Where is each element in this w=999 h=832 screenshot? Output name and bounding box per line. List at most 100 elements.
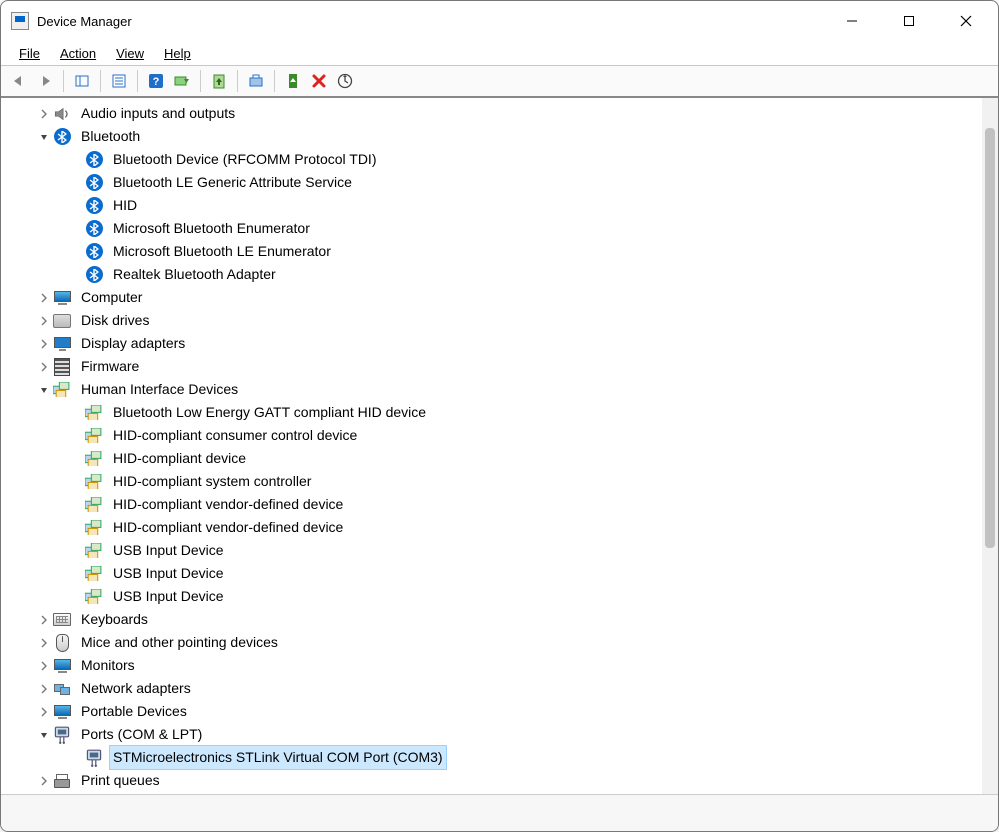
tree-node[interactable]: HID <box>9 194 982 217</box>
tree-node[interactable]: USB Input Device <box>9 539 982 562</box>
tree-node[interactable]: Firmware <box>9 355 982 378</box>
scrollbar-thumb[interactable] <box>985 128 995 548</box>
tree-node-label: Disk drives <box>77 308 153 333</box>
enable-device-button[interactable] <box>281 69 305 93</box>
tree-node[interactable]: Bluetooth <box>9 125 982 148</box>
device-manager-window: Device Manager File Action View Help ? A… <box>0 0 999 832</box>
tree-node[interactable]: Network adapters <box>9 677 982 700</box>
close-button[interactable] <box>937 1 994 41</box>
device-tree[interactable]: Audio inputs and outputsBluetoothBluetoo… <box>1 98 982 794</box>
hid-icon <box>85 450 103 468</box>
tree-node[interactable]: Portable Devices <box>9 700 982 723</box>
delete-button[interactable] <box>307 69 331 93</box>
scan-button[interactable] <box>170 69 194 93</box>
status-bar <box>1 794 998 831</box>
bluetooth-icon <box>85 266 103 284</box>
tree-node[interactable]: HID-compliant vendor-defined device <box>9 516 982 539</box>
tree-node[interactable]: Bluetooth Device (RFCOMM Protocol TDI) <box>9 148 982 171</box>
scrollbar[interactable] <box>982 98 998 794</box>
tree-node[interactable]: Bluetooth LE Generic Attribute Service <box>9 171 982 194</box>
tree-node-label: HID <box>109 193 141 218</box>
expand-icon[interactable] <box>37 774 51 788</box>
menu-view[interactable]: View <box>108 44 152 63</box>
show-hidden-button[interactable] <box>70 69 94 93</box>
tree-node-label: Firmware <box>77 354 143 379</box>
toolbar: ? <box>1 65 998 98</box>
expand-icon[interactable] <box>37 636 51 650</box>
bluetooth-icon <box>85 220 103 238</box>
menubar: File Action View Help <box>1 41 998 65</box>
collapse-icon[interactable] <box>37 383 51 397</box>
expand-icon[interactable] <box>37 613 51 627</box>
tree-node[interactable]: USB Input Device <box>9 585 982 608</box>
bluetooth-icon <box>85 243 103 261</box>
tree-node[interactable]: Human Interface Devices <box>9 378 982 401</box>
monitor-icon <box>53 289 71 307</box>
tree-node[interactable]: Bluetooth Low Energy GATT compliant HID … <box>9 401 982 424</box>
expand-icon[interactable] <box>37 705 51 719</box>
menu-file[interactable]: File <box>11 44 48 63</box>
client-area: Audio inputs and outputsBluetoothBluetoo… <box>1 98 998 794</box>
minimize-button[interactable] <box>823 1 880 41</box>
tree-node-label: Keyboards <box>77 607 152 632</box>
expand-icon[interactable] <box>37 291 51 305</box>
tree-node[interactable]: Microsoft Bluetooth LE Enumerator <box>9 240 982 263</box>
expand-icon[interactable] <box>37 107 51 121</box>
tree-node-label: Print queues <box>77 768 164 793</box>
tree-node[interactable]: Computer <box>9 286 982 309</box>
collapse-icon[interactable] <box>37 728 51 742</box>
scan-hardware-button[interactable] <box>333 69 357 93</box>
tree-node[interactable]: Realtek Bluetooth Adapter <box>9 263 982 286</box>
maximize-button[interactable] <box>880 1 937 41</box>
properties-button[interactable] <box>107 69 131 93</box>
update-driver-button[interactable] <box>207 69 231 93</box>
audio-icon <box>53 105 71 123</box>
tree-node[interactable]: HID-compliant device <box>9 447 982 470</box>
separator <box>63 70 64 92</box>
hid-icon <box>85 496 103 514</box>
bluetooth-icon <box>85 197 103 215</box>
separator <box>137 70 138 92</box>
tree-node[interactable]: HID-compliant vendor-defined device <box>9 493 982 516</box>
tree-node[interactable]: STMicroelectronics STLink Virtual COM Po… <box>9 746 982 769</box>
separator <box>100 70 101 92</box>
hid-icon <box>85 404 103 422</box>
tree-node-label: Display adapters <box>77 331 189 356</box>
tree-node[interactable]: Keyboards <box>9 608 982 631</box>
tree-node-label: Bluetooth Low Energy GATT compliant HID … <box>109 400 430 425</box>
tree-node-label: Bluetooth LE Generic Attribute Service <box>109 170 356 195</box>
window-controls <box>823 1 994 41</box>
uninstall-button[interactable] <box>244 69 268 93</box>
network-icon <box>53 680 71 698</box>
expand-icon[interactable] <box>37 314 51 328</box>
bluetooth-icon <box>85 174 103 192</box>
tree-node[interactable]: HID-compliant consumer control device <box>9 424 982 447</box>
tree-node[interactable]: USB Input Device <box>9 562 982 585</box>
forward-button[interactable] <box>33 69 57 93</box>
tree-node[interactable]: Audio inputs and outputs <box>9 102 982 125</box>
collapse-icon[interactable] <box>37 130 51 144</box>
tree-node[interactable]: Print queues <box>9 769 982 792</box>
menu-action[interactable]: Action <box>52 44 104 63</box>
tree-node[interactable]: Monitors <box>9 654 982 677</box>
tree-node[interactable]: Microsoft Bluetooth Enumerator <box>9 217 982 240</box>
tree-node-label: Bluetooth <box>77 124 144 149</box>
tree-node-label: HID-compliant consumer control device <box>109 423 361 448</box>
back-button[interactable] <box>7 69 31 93</box>
tree-node[interactable]: Mice and other pointing devices <box>9 631 982 654</box>
expand-icon[interactable] <box>37 337 51 351</box>
titlebar[interactable]: Device Manager <box>1 1 998 41</box>
tree-node[interactable]: Ports (COM & LPT) <box>9 723 982 746</box>
tree-node[interactable]: HID-compliant system controller <box>9 470 982 493</box>
tree-node-label: Bluetooth Device (RFCOMM Protocol TDI) <box>109 147 380 172</box>
tree-node-label: Microsoft Bluetooth LE Enumerator <box>109 239 335 264</box>
expand-icon[interactable] <box>37 659 51 673</box>
hid-icon <box>85 542 103 560</box>
expand-icon[interactable] <box>37 682 51 696</box>
tree-node[interactable]: Display adapters <box>9 332 982 355</box>
menu-help[interactable]: Help <box>156 44 199 63</box>
tree-node[interactable]: Disk drives <box>9 309 982 332</box>
expand-icon[interactable] <box>37 360 51 374</box>
help-button[interactable]: ? <box>144 69 168 93</box>
hid-icon <box>85 473 103 491</box>
